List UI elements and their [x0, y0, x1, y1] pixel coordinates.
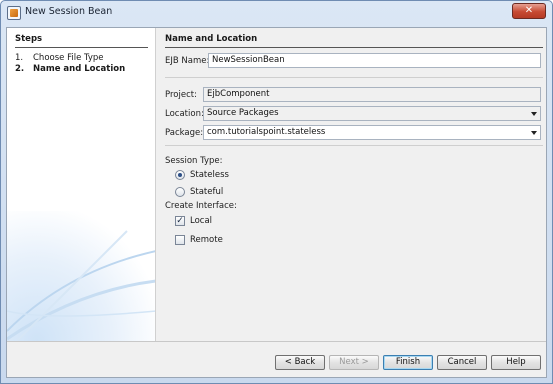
separator	[165, 145, 543, 146]
back-button[interactable]: < Back	[275, 355, 325, 370]
cancel-button[interactable]: Cancel	[437, 355, 487, 370]
finish-button[interactable]: Finish	[383, 355, 433, 370]
stateless-label[interactable]: Stateless	[190, 170, 229, 180]
location-combo[interactable]: Source Packages	[203, 106, 541, 121]
dialog-window: New Session Bean ✕ Steps 1. Choose File T…	[0, 0, 553, 384]
separator	[165, 77, 543, 78]
stateful-label[interactable]: Stateful	[190, 187, 223, 197]
title-bar[interactable]: New Session Bean ✕	[1, 1, 552, 25]
local-checkbox[interactable]: ✓	[175, 216, 185, 226]
stateful-radio[interactable]	[175, 187, 185, 197]
session-type-label: Session Type:	[165, 156, 223, 166]
package-value: com.tutorialspoint.stateless	[207, 127, 326, 137]
local-label[interactable]: Local	[190, 216, 212, 226]
stateless-radio[interactable]	[175, 170, 185, 180]
package-label: Package:	[165, 128, 204, 138]
step-name-and-location: 2. Name and Location	[15, 64, 125, 74]
next-button[interactable]: Next >	[329, 355, 379, 370]
step-number: 2.	[15, 64, 25, 74]
location-value: Source Packages	[207, 108, 279, 118]
steps-heading: Steps	[15, 34, 148, 48]
name-location-panel: Name and Location EJB Name: NewSessionBe…	[165, 28, 543, 341]
location-label: Location:	[165, 109, 204, 119]
step-label: Name and Location	[33, 64, 126, 74]
steps-panel: Steps 1. Choose File Type 2. Name and Loca…	[7, 28, 156, 341]
step-label: Choose File Type	[33, 53, 104, 63]
step-number: 1.	[15, 53, 24, 63]
bean-icon	[7, 6, 21, 20]
panel-heading: Name and Location	[165, 34, 543, 48]
help-button[interactable]: Help	[491, 355, 541, 370]
step-choose-file-type: 1. Choose File Type	[15, 53, 104, 63]
ejb-name-input[interactable]: NewSessionBean	[208, 53, 541, 68]
decorative-swirl	[7, 211, 155, 341]
window-title: New Session Bean	[25, 6, 113, 17]
chevron-down-icon[interactable]	[531, 131, 537, 135]
button-bar-separator	[7, 341, 546, 342]
create-interface-label: Create Interface:	[165, 201, 237, 211]
remote-checkbox[interactable]	[175, 235, 185, 245]
project-label: Project:	[165, 90, 197, 100]
chevron-down-icon[interactable]	[531, 112, 537, 116]
dialog-content: Steps 1. Choose File Type 2. Name and Loca…	[6, 27, 547, 378]
ejb-name-label: EJB Name:	[165, 56, 210, 66]
project-field: EjbComponent	[203, 87, 541, 102]
close-button[interactable]: ✕	[512, 3, 546, 19]
remote-label[interactable]: Remote	[190, 235, 223, 245]
package-combo[interactable]: com.tutorialspoint.stateless	[203, 125, 541, 140]
